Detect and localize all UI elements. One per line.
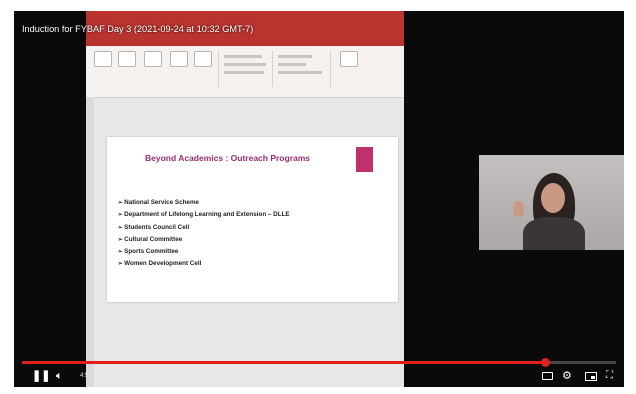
ribbon-separator bbox=[218, 51, 219, 87]
slide-bullet: Sports Committee bbox=[118, 246, 290, 258]
fullscreen-icon[interactable]: ⛶ bbox=[606, 365, 613, 387]
slide-thumbnail-rail bbox=[86, 97, 94, 387]
ribbon-option bbox=[224, 63, 266, 66]
ribbon-button-icon bbox=[194, 51, 212, 67]
slide-bullet: Women Development Cell bbox=[118, 258, 290, 270]
ribbon-option bbox=[278, 55, 312, 58]
speaker-hand bbox=[513, 201, 524, 217]
ribbon-button-icon bbox=[340, 51, 358, 67]
ribbon-button-icon bbox=[144, 51, 162, 67]
slide-bullet: Students Council Cell bbox=[118, 222, 290, 234]
ribbon-button-icon bbox=[118, 51, 136, 67]
slide-title: Beyond Academics : Outreach Programs bbox=[145, 153, 311, 163]
volume-icon[interactable]: 🔈︎ bbox=[56, 365, 63, 387]
slide-bullet-list: National Service Scheme Department of Li… bbox=[118, 197, 290, 271]
miniplayer-icon[interactable] bbox=[585, 372, 597, 381]
video-player[interactable]: Beyond Academics : Outreach Programs Nat… bbox=[14, 11, 624, 387]
ribbon-separator bbox=[330, 51, 331, 87]
subtitles-icon[interactable] bbox=[542, 372, 553, 380]
video-title[interactable]: Induction for FYBAF Day 3 (2021-09-24 at… bbox=[22, 24, 253, 34]
ribbon-option bbox=[278, 63, 306, 66]
presentation-slide: Beyond Academics : Outreach Programs Nat… bbox=[107, 137, 398, 302]
speaker-body bbox=[523, 217, 585, 250]
speaker-webcam bbox=[479, 155, 624, 250]
ribbon-button-icon bbox=[94, 51, 112, 67]
seek-bar[interactable] bbox=[22, 358, 616, 367]
ribbon-button-icon bbox=[170, 51, 188, 67]
ribbon-separator bbox=[272, 51, 273, 87]
shared-screen: Beyond Academics : Outreach Programs Nat… bbox=[86, 11, 404, 387]
ribbon-option bbox=[224, 71, 264, 74]
speaker-face bbox=[541, 183, 565, 213]
slide-bullet: Cultural Committee bbox=[118, 234, 290, 246]
ribbon-option bbox=[278, 71, 322, 74]
slide-bullet: National Service Scheme bbox=[118, 197, 290, 209]
seek-bar-played bbox=[22, 361, 545, 364]
slide-bullet: Department of Lifelong Learning and Exte… bbox=[118, 209, 289, 221]
pause-icon[interactable]: ❚❚ bbox=[32, 365, 50, 387]
settings-gear-icon[interactable]: ⚙ bbox=[562, 365, 572, 387]
time-display: 4:58 / 5:25 bbox=[80, 373, 109, 379]
slide-accent-block bbox=[356, 147, 373, 172]
ribbon-option bbox=[224, 55, 262, 58]
